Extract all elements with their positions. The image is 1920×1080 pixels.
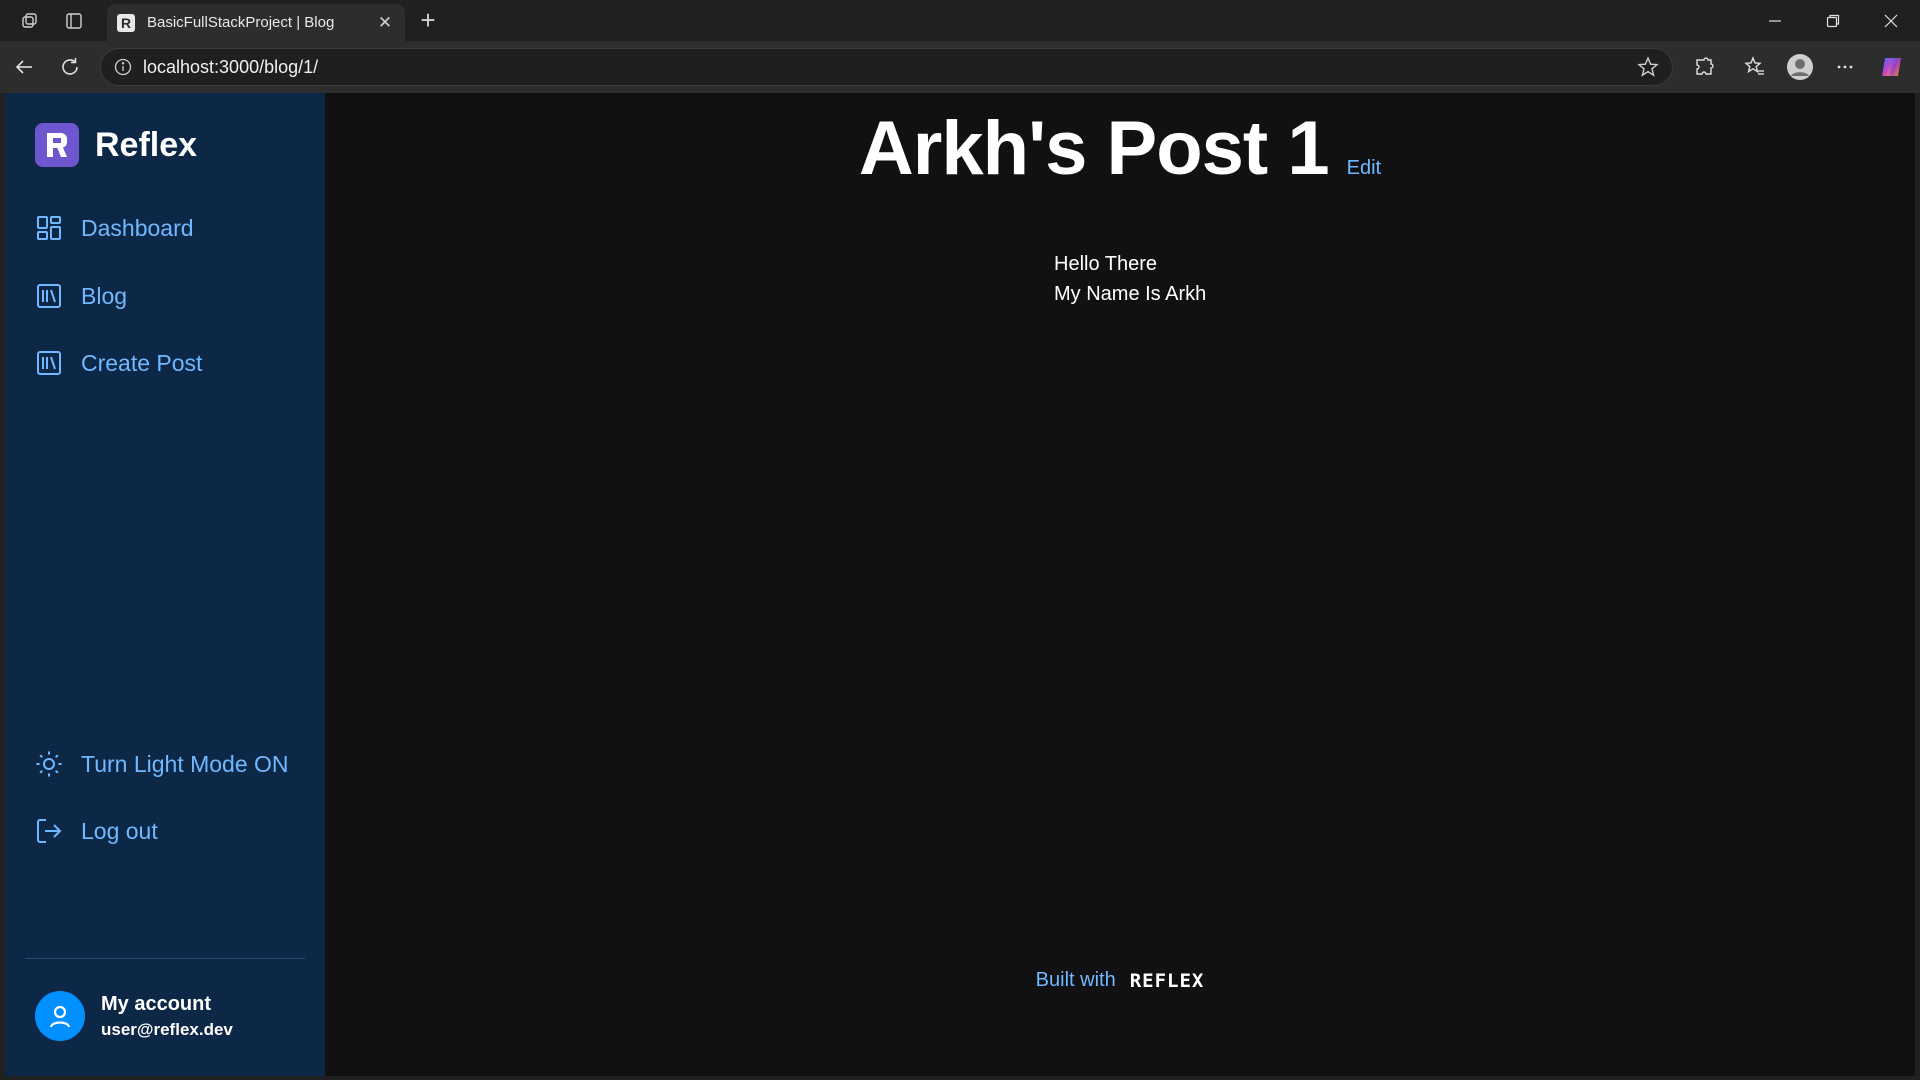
window-bottom-border	[0, 1076, 1920, 1080]
library-icon	[35, 282, 63, 310]
profile-icon[interactable]	[1780, 47, 1820, 87]
reflex-logo-icon	[35, 123, 79, 167]
log-out-icon	[35, 817, 63, 845]
workspaces-icon[interactable]	[8, 0, 52, 41]
url-text[interactable]: localhost:3000/blog/1/	[143, 57, 1636, 78]
sidebar-item-blog[interactable]: Blog	[35, 282, 127, 310]
sidebar-item-label: Dashboard	[81, 214, 194, 241]
library-icon	[35, 349, 63, 377]
footer-reflex-logo[interactable]: REFLEX	[1130, 970, 1205, 992]
tab-title: BasicFullStackProject | Blog	[147, 14, 335, 31]
brand-name: Reflex	[95, 125, 198, 164]
browser-tab-bar: R BasicFullStackProject | Blog ✕ +	[0, 0, 1920, 41]
post-header: Arkh's Post 1 Edit	[325, 105, 1915, 192]
sidebar-divider	[25, 958, 305, 959]
back-icon[interactable]	[4, 47, 44, 87]
logout-button[interactable]: Log out	[35, 817, 158, 845]
footer: Built with REFLEX	[325, 969, 1915, 992]
favorite-star-icon[interactable]	[1636, 56, 1660, 78]
copilot-icon[interactable]	[1873, 47, 1913, 87]
layout-dashboard-icon	[35, 214, 63, 242]
browser-toolbar: localhost:3000/blog/1/	[0, 41, 1920, 93]
sun-icon	[35, 750, 63, 778]
favorites-icon[interactable]	[1735, 47, 1775, 87]
post-content: Hello There My Name Is Arkh	[1054, 249, 1206, 309]
account-info: My account user@reflex.dev	[101, 993, 233, 1040]
theme-toggle-label: Turn Light Mode ON	[81, 750, 289, 777]
tab-favicon: R	[117, 13, 135, 32]
post-line: My Name Is Arkh	[1054, 283, 1207, 305]
post-line: Hello There	[1054, 253, 1158, 275]
address-bar[interactable]: localhost:3000/blog/1/	[100, 48, 1673, 86]
web-page: Reflex Dashboard Blog Create Post Turn L…	[5, 93, 1915, 1076]
brand[interactable]: Reflex	[35, 123, 197, 167]
sidebar-item-label: Blog	[81, 282, 128, 309]
restore-icon[interactable]	[1804, 0, 1862, 41]
close-icon[interactable]: ✕	[375, 13, 395, 33]
sidebar-item-dashboard[interactable]: Dashboard	[35, 214, 194, 242]
window-close-icon[interactable]	[1862, 0, 1920, 41]
active-tab[interactable]: R BasicFullStackProject | Blog ✕	[107, 4, 405, 41]
sidebar-item-create-post[interactable]: Create Post	[35, 349, 202, 377]
sidebar: Reflex Dashboard Blog Create Post Turn L…	[5, 93, 325, 1076]
theme-toggle-button[interactable]: Turn Light Mode ON	[35, 750, 289, 778]
edit-link[interactable]: Edit	[1347, 157, 1381, 180]
sidebar-item-label: Create Post	[81, 349, 203, 376]
account-name: My account	[101, 992, 212, 1015]
minimize-icon[interactable]	[1746, 0, 1804, 41]
page-title: Arkh's Post 1	[858, 106, 1330, 191]
account-section[interactable]: My account user@reflex.dev	[35, 991, 233, 1041]
logout-label: Log out	[81, 817, 158, 844]
extensions-icon[interactable]	[1684, 47, 1724, 87]
main-content: Arkh's Post 1 Edit Hello There My Name I…	[325, 93, 1915, 1076]
new-tab-icon[interactable]: +	[412, 4, 444, 36]
more-icon[interactable]	[1825, 47, 1865, 87]
footer-text[interactable]: Built with	[1036, 969, 1116, 992]
refresh-icon[interactable]	[50, 47, 90, 87]
info-icon[interactable]	[113, 57, 133, 77]
tab-actions-icon[interactable]	[52, 0, 96, 41]
account-email: user@reflex.dev	[101, 1019, 233, 1039]
user-avatar-icon	[35, 991, 85, 1041]
